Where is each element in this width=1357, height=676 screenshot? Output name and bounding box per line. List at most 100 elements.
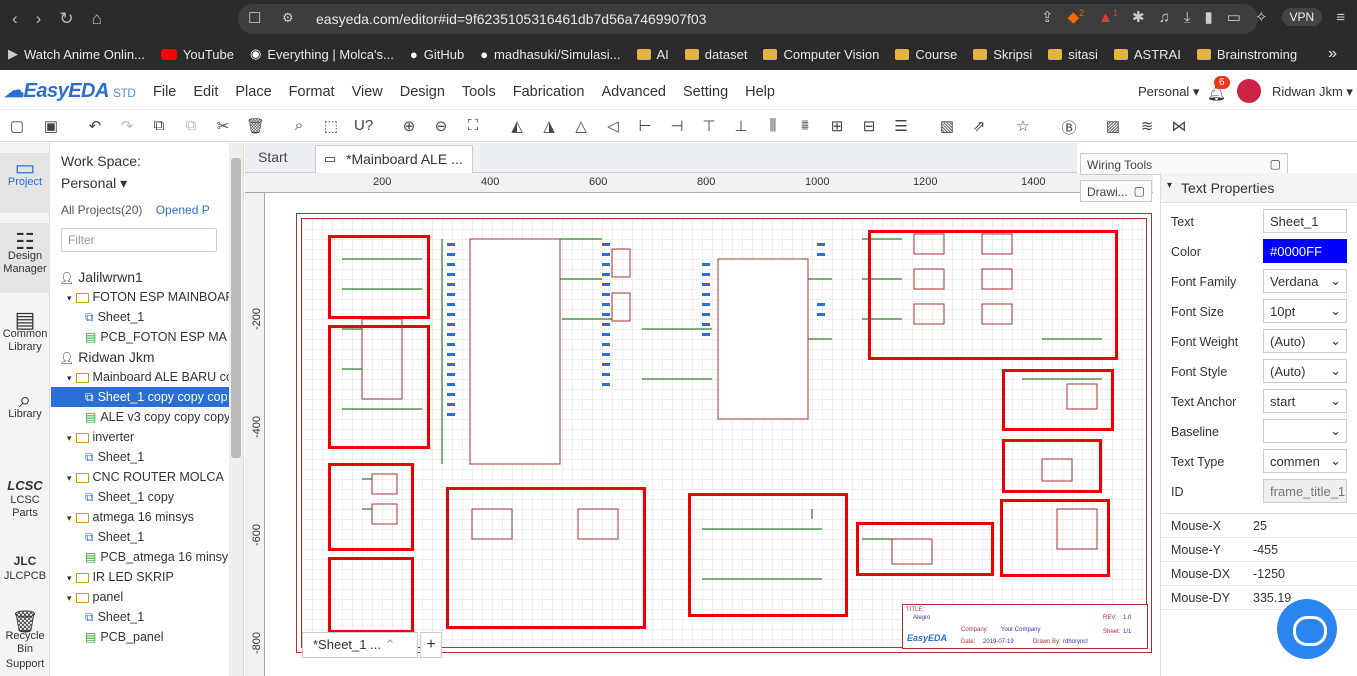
- menu-view[interactable]: View: [352, 84, 383, 100]
- tab-opened[interactable]: Opened P: [156, 203, 210, 217]
- menu-format[interactable]: Format: [289, 84, 335, 100]
- site-info-icon[interactable]: ⚙: [282, 10, 294, 26]
- distribute-h-icon[interactable]: ⊞: [828, 117, 846, 135]
- rail-recycle-bin[interactable]: 🗑︎ Recycle Bin: [0, 611, 50, 656]
- bookmark-youtube[interactable]: YouTube: [160, 47, 234, 62]
- prop-value-text-type[interactable]: commen ⌄: [1263, 449, 1347, 473]
- bookmark-folder-sitasi[interactable]: sitasi: [1048, 47, 1098, 62]
- select-icon[interactable]: ☆: [1014, 117, 1032, 135]
- collapse-icon[interactable]: ▾: [1167, 180, 1172, 191]
- tree-item[interactable]: ⧉ Sheet_1 copy copy cop: [51, 387, 243, 407]
- tree-item[interactable]: 👤︎ Ridwan Jkm: [51, 347, 243, 367]
- extensions-icon[interactable]: ✱: [1132, 8, 1145, 26]
- expand-icon[interactable]: ▾: [67, 593, 72, 603]
- expand-icon[interactable]: ▾: [67, 473, 72, 483]
- bookmark-folder-ai[interactable]: AI: [636, 47, 669, 62]
- bookmark-folder-course[interactable]: Course: [895, 47, 957, 62]
- tree-item[interactable]: ⧉ Sheet_1: [51, 447, 243, 467]
- expand-icon[interactable]: ▾: [67, 373, 72, 383]
- bookmark-folder-cv[interactable]: Computer Vision: [763, 47, 879, 62]
- bookmark-molca[interactable]: ◉ Everything | Molca's...: [250, 46, 394, 62]
- align-grid-icon[interactable]: ☰: [892, 117, 910, 135]
- panel-scrollbar[interactable]: [229, 143, 243, 676]
- search-icon[interactable]: ⌕: [290, 117, 308, 134]
- prop-value-font-style[interactable]: (Auto) ⌄: [1263, 359, 1347, 383]
- photo-icon[interactable]: ▨: [1104, 117, 1122, 135]
- brave-rewards-icon[interactable]: ▲1: [1098, 8, 1118, 26]
- window-icon[interactable]: ▢: [1270, 157, 1281, 171]
- vpn-button[interactable]: VPN: [1281, 8, 1323, 26]
- avatar[interactable]: [1237, 79, 1261, 103]
- expand-icon[interactable]: ▾: [67, 293, 72, 303]
- prop-value-text[interactable]: Sheet_1: [1263, 209, 1347, 233]
- cut-icon[interactable]: ✂: [214, 117, 232, 135]
- rail-design-manager[interactable]: ☷ Design Manager: [0, 223, 50, 293]
- sheet-tab[interactable]: *Sheet_1 ... ⌃: [302, 632, 418, 658]
- tree-item[interactable]: ▾ FOTON ESP MAINBOAR: [51, 287, 243, 307]
- tab-start[interactable]: Start: [258, 149, 288, 165]
- wallet-icon[interactable]: ▭: [1227, 8, 1241, 26]
- tree-item[interactable]: ▾ panel: [51, 587, 243, 607]
- bookmark-anime[interactable]: ▶ Watch Anime Onlin...: [8, 46, 145, 62]
- open-icon[interactable]: ▢: [8, 117, 26, 135]
- tree-item[interactable]: ⧉ Sheet_1 copy: [51, 487, 243, 507]
- bookmark-github[interactable]: ● GitHub: [410, 47, 464, 62]
- menu-place[interactable]: Place: [235, 84, 271, 100]
- download-icon[interactable]: ⤓: [1184, 9, 1191, 26]
- more-bookmarks-icon[interactable]: »: [1328, 45, 1337, 63]
- align-center-h-icon[interactable]: ⫼: [764, 117, 782, 134]
- tab-mainboard[interactable]: ▭ *Mainboard ALE ...: [315, 145, 473, 173]
- menu-help[interactable]: Help: [745, 84, 775, 100]
- reload-icon[interactable]: ↻: [59, 9, 73, 29]
- prop-value-color[interactable]: #0000FF: [1263, 239, 1347, 263]
- window-icon[interactable]: ▢: [1134, 184, 1145, 198]
- align-left-icon[interactable]: ⊢: [636, 117, 654, 135]
- expand-icon[interactable]: ▾: [67, 513, 72, 523]
- lasso-icon[interactable]: ⬚: [322, 117, 340, 135]
- menu-design[interactable]: Design: [400, 84, 445, 100]
- back-icon[interactable]: ‹: [12, 9, 18, 29]
- bom-icon[interactable]: Ⓑ: [1060, 117, 1078, 138]
- chat-support-button[interactable]: [1277, 599, 1337, 659]
- redo-icon[interactable]: ↷: [118, 117, 136, 135]
- workspace-dropdown[interactable]: Personal ▾: [1138, 84, 1199, 100]
- tree-item[interactable]: ⧉ Sheet_1: [51, 527, 243, 547]
- expand-icon[interactable]: ▾: [67, 573, 72, 583]
- schematic-canvas[interactable]: 200 400 600 800 1000 1200 1400 -200 -400…: [245, 173, 1153, 676]
- tree-item[interactable]: 👤︎ Jalilwrwn1: [51, 267, 243, 287]
- flip-v-icon[interactable]: ◮: [540, 117, 558, 135]
- bookmark-folder-dataset[interactable]: dataset: [684, 47, 747, 62]
- save-icon[interactable]: ▣: [42, 117, 60, 135]
- menu-edit[interactable]: Edit: [193, 84, 218, 100]
- menu-advanced[interactable]: Advanced: [601, 84, 666, 100]
- expand-icon[interactable]: ▾: [67, 433, 72, 443]
- rail-lcsc[interactable]: LCSC LCSC Parts: [0, 479, 50, 529]
- leo-icon[interactable]: ✧: [1255, 8, 1268, 26]
- zoom-out-icon[interactable]: ⊖: [432, 117, 450, 135]
- share-icon[interactable]: ⋈: [1170, 117, 1188, 135]
- tree-item[interactable]: ▤ PCB_atmega 16 minsy: [51, 547, 243, 567]
- tree-item[interactable]: ▤ PCB_FOTON ESP MA: [51, 327, 243, 347]
- wiring-tools-panel[interactable]: Wiring Tools ▢: [1080, 153, 1288, 175]
- tree-item[interactable]: ▤ PCB_panel: [51, 627, 243, 647]
- bookmark-icon[interactable]: ☐: [248, 9, 261, 27]
- image-icon[interactable]: ▧: [938, 117, 956, 135]
- music-icon[interactable]: ♫: [1159, 9, 1170, 26]
- bookmark-madhasuki[interactable]: ● madhasuki/Simulasi...: [480, 47, 620, 62]
- menu-tools[interactable]: Tools: [462, 84, 496, 100]
- rotate-icon[interactable]: ◁: [604, 117, 622, 135]
- tree-item[interactable]: ▾ IR LED SKRIP: [51, 567, 243, 587]
- copy-icon[interactable]: ⧉: [150, 117, 168, 134]
- tree-item[interactable]: ▾ CNC ROUTER MOLCA: [51, 467, 243, 487]
- rail-common-library[interactable]: ▤ Common Library: [0, 309, 50, 373]
- tree-item[interactable]: ⧉ Sheet_1: [51, 307, 243, 327]
- prop-value-text-anchor[interactable]: start ⌄: [1263, 389, 1347, 413]
- bookmark-folder-skripsi[interactable]: Skripsi: [973, 47, 1032, 62]
- prop-value-font-size[interactable]: 10pt ⌄: [1263, 299, 1347, 323]
- tree-item[interactable]: ▾ atmega 16 minsys: [51, 507, 243, 527]
- prop-value-baseline[interactable]: ⌄: [1263, 419, 1347, 443]
- brave-shield-icon[interactable]: ◆2: [1068, 8, 1085, 26]
- tree-item[interactable]: ⧉ Sheet_1: [51, 607, 243, 627]
- align-top-icon[interactable]: ⊤: [700, 117, 718, 135]
- rail-project[interactable]: ▭ Project: [0, 153, 50, 213]
